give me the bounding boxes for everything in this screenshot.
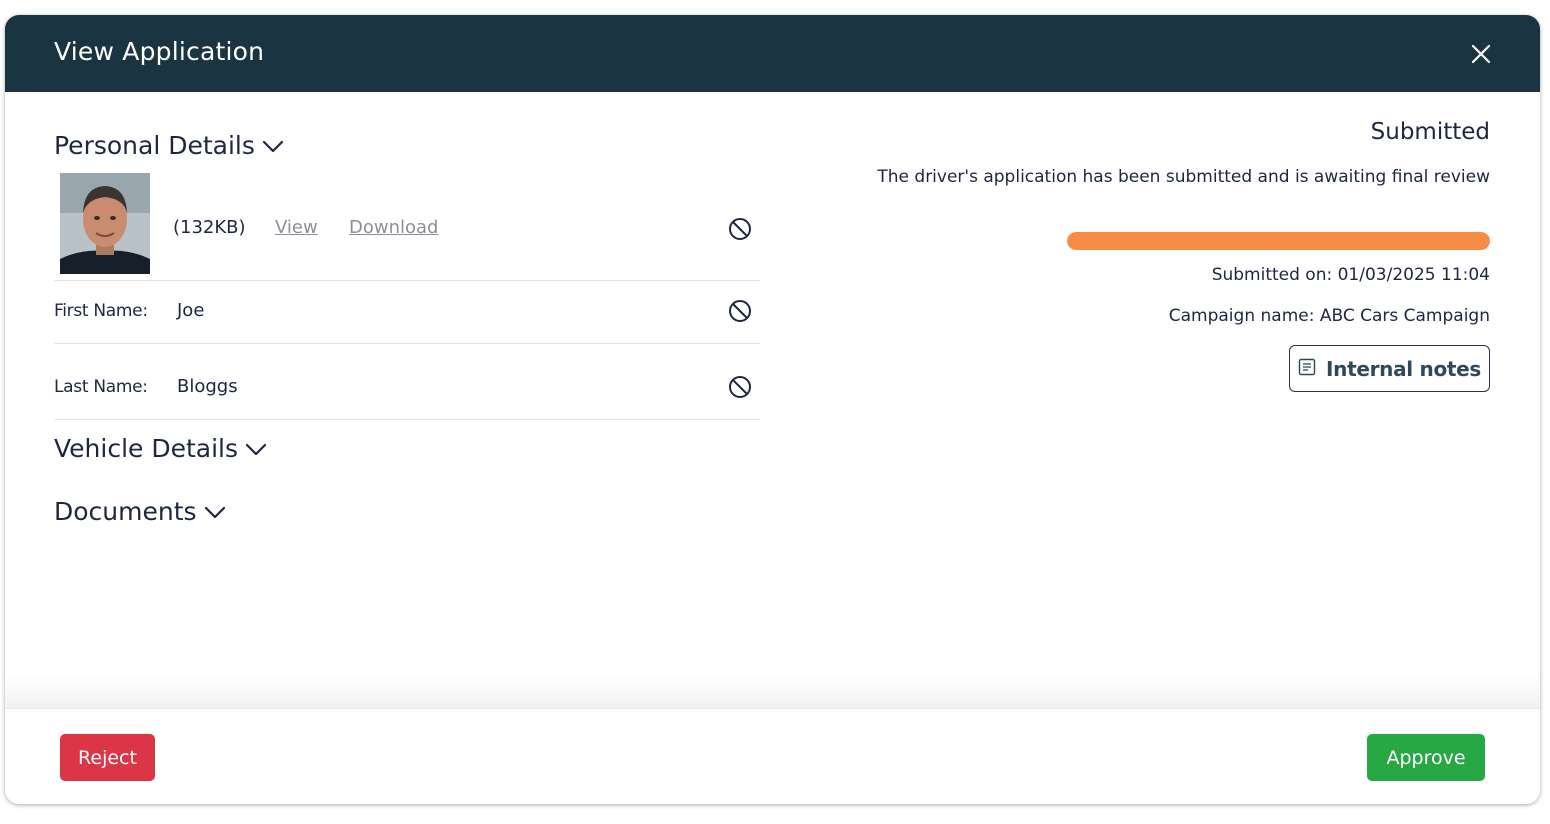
photo-file-size: (132KB) xyxy=(173,217,246,238)
modal-title: View Application xyxy=(54,37,265,66)
personal-details-heading: Personal Details xyxy=(54,131,255,160)
first-name-value: Joe xyxy=(177,300,205,321)
chevron-down-icon xyxy=(261,134,285,158)
photo-view-link[interactable]: View xyxy=(275,217,318,238)
footer-shadow xyxy=(5,675,1540,708)
ban-icon[interactable] xyxy=(728,217,752,241)
reject-button[interactable]: Reject xyxy=(60,734,155,781)
status-progress-fill xyxy=(1067,232,1490,250)
status-description: The driver's application has been submit… xyxy=(877,167,1490,187)
divider xyxy=(54,343,760,344)
status-progress-bar xyxy=(1067,232,1490,250)
internal-notes-button[interactable]: Internal notes xyxy=(1289,345,1490,392)
submitted-on: Submitted on: 01/03/2025 11:04 xyxy=(1211,265,1490,285)
campaign-name: Campaign name: ABC Cars Campaign xyxy=(1168,306,1490,326)
ban-icon[interactable] xyxy=(728,375,752,399)
ban-icon[interactable] xyxy=(728,299,752,323)
modal-footer: Reject Approve xyxy=(5,708,1540,804)
last-name-value: Bloggs xyxy=(177,376,238,397)
driver-photo xyxy=(60,173,150,274)
chevron-down-icon xyxy=(244,437,268,461)
note-icon xyxy=(1298,358,1316,380)
documents-toggle[interactable]: Documents xyxy=(54,497,227,526)
personal-details-toggle[interactable]: Personal Details xyxy=(54,131,285,160)
first-name-label: First Name: xyxy=(54,301,148,321)
approve-button[interactable]: Approve xyxy=(1367,734,1485,781)
vehicle-details-heading: Vehicle Details xyxy=(54,434,239,463)
close-icon[interactable] xyxy=(1466,39,1496,69)
documents-heading: Documents xyxy=(54,497,197,526)
divider xyxy=(54,419,760,420)
vehicle-details-toggle[interactable]: Vehicle Details xyxy=(54,434,268,463)
photo-download-link[interactable]: Download xyxy=(349,217,438,238)
divider xyxy=(54,280,760,281)
last-name-label: Last Name: xyxy=(54,377,148,397)
chevron-down-icon xyxy=(203,500,227,524)
modal-header: View Application xyxy=(5,15,1540,92)
internal-notes-label: Internal notes xyxy=(1325,356,1482,381)
view-application-modal: View Application Personal Details (132KB… xyxy=(5,15,1540,804)
status-title: Submitted xyxy=(1370,119,1490,145)
